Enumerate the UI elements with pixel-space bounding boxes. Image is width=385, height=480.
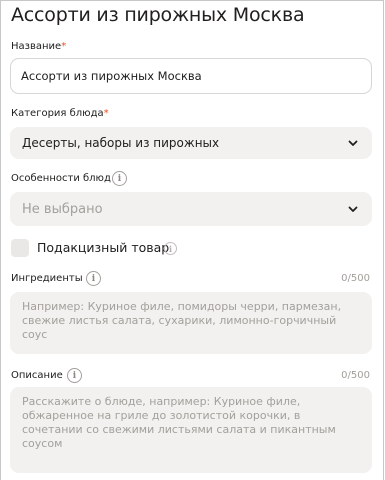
excise-checkbox[interactable] — [11, 239, 29, 257]
required-mark: * — [61, 41, 67, 52]
info-icon[interactable]: i — [67, 368, 82, 383]
ingredients-counter: 0/500 — [341, 273, 370, 284]
chevron-down-icon — [348, 140, 358, 146]
form-panel: Ассорти из пирожных Москва Название* Асс… — [0, 0, 384, 480]
features-label: Особенности блюд — [11, 173, 111, 184]
info-icon[interactable]: i — [112, 171, 127, 186]
chevron-down-icon — [348, 206, 358, 212]
excise-label[interactable]: Подакцизный товар — [37, 240, 169, 255]
ingredients-label: Ингредиенты — [11, 273, 83, 284]
ingredients-textarea[interactable]: Например: Куриное филе, помидоры черри, … — [10, 292, 372, 354]
required-mark: * — [103, 108, 109, 119]
category-label: Категория блюда* — [11, 108, 109, 119]
category-label-text: Категория блюда — [11, 108, 104, 119]
description-label: Описание — [11, 370, 63, 381]
page-title: Ассорти из пирожных Москва — [11, 4, 305, 26]
name-label: Название* — [11, 41, 66, 52]
category-select[interactable]: Десерты, наборы из пирожных — [10, 127, 372, 159]
info-icon[interactable]: i — [164, 242, 177, 255]
info-icon[interactable]: i — [86, 271, 101, 286]
features-select[interactable]: Не выбрано — [10, 192, 372, 226]
description-counter: 0/500 — [341, 370, 370, 381]
features-value: Не выбрано — [22, 201, 103, 217]
category-value: Десерты, наборы из пирожных — [22, 136, 220, 150]
name-label-text: Название — [11, 41, 62, 52]
name-input[interactable]: Ассорти из пирожных Москва — [10, 58, 372, 94]
description-textarea[interactable]: Расскажите о блюде, например: Куриное фи… — [10, 387, 372, 473]
